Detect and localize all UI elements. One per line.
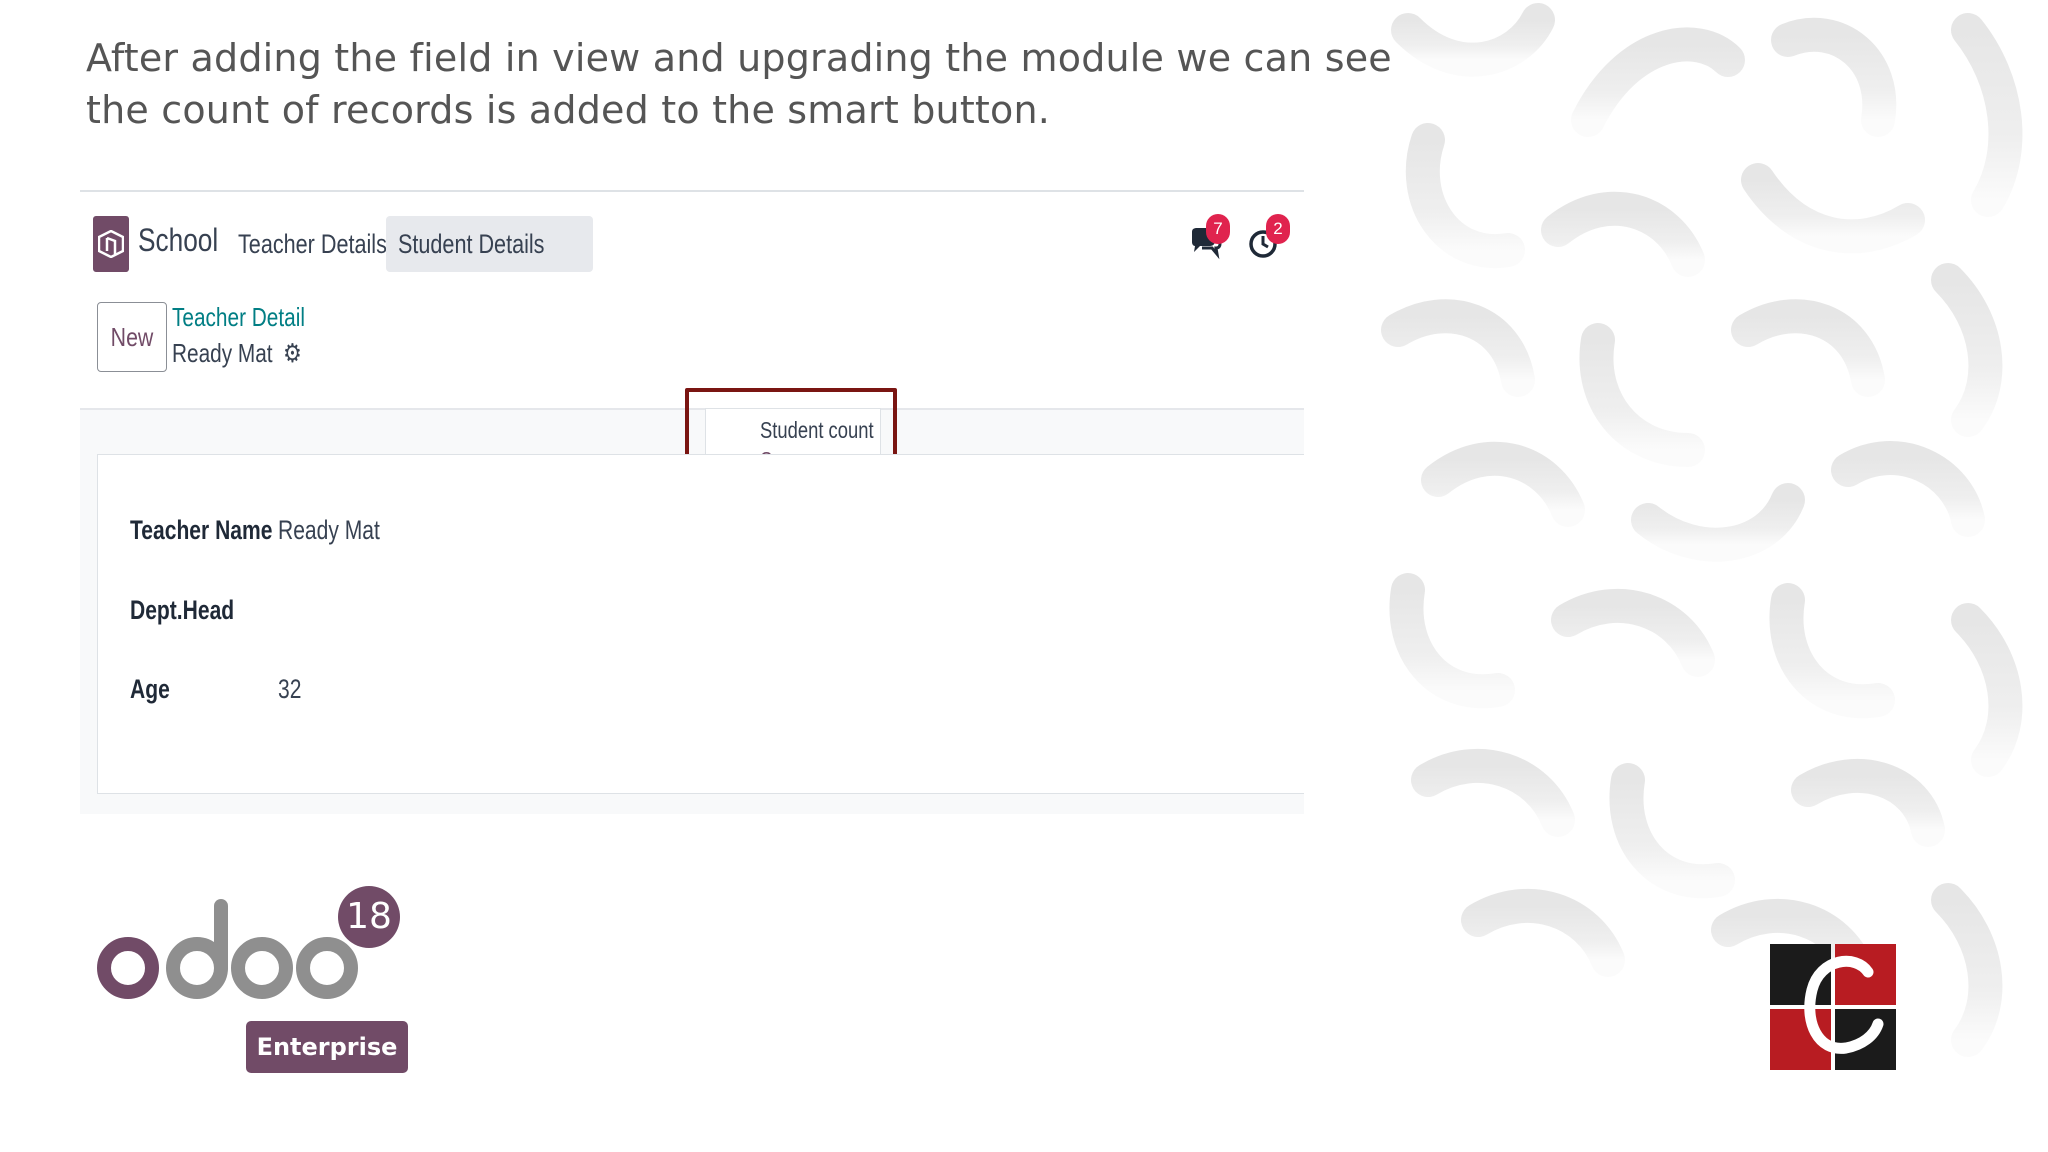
- control-panel: New Teacher Detail Ready Mat ⚙ Student c…: [80, 288, 1304, 498]
- field-label-age: Age: [130, 674, 170, 704]
- form-sheet: Teacher Name Ready Mat Dept.Head Age 32: [97, 454, 1304, 794]
- new-button[interactable]: New: [97, 302, 167, 372]
- odoo-logo: [97, 899, 358, 999]
- activities-badge: 2: [1266, 214, 1290, 244]
- field-value-teacher-name[interactable]: Ready Mat: [278, 515, 380, 546]
- odoo-screenshot: School Teacher Details Student Details 7…: [80, 190, 1304, 814]
- messages-badge: 7: [1206, 214, 1230, 244]
- odoo-version-badge: 18: [338, 886, 400, 948]
- caption-line-2: the count of records is added to the sma…: [86, 88, 1051, 132]
- school-app-icon[interactable]: [93, 216, 129, 272]
- top-navbar: School Teacher Details Student Details 7…: [80, 192, 1304, 288]
- caption-line-1: After adding the field in view and upgra…: [86, 36, 1392, 80]
- cybrosys-logo: [1770, 944, 1896, 1070]
- field-value-age[interactable]: 32: [278, 674, 301, 705]
- odoo-edition-badge: Enterprise: [246, 1021, 408, 1073]
- field-label-teacher-name: Teacher Name: [130, 515, 273, 545]
- menu-student-details[interactable]: Student Details: [386, 216, 594, 272]
- breadcrumb-teacher-detail[interactable]: Teacher Detail: [172, 302, 305, 333]
- gear-icon[interactable]: ⚙: [283, 338, 302, 369]
- slide-caption: After adding the field in view and upgra…: [86, 32, 1392, 136]
- record-name-text: Ready Mat: [172, 338, 273, 368]
- decorative-pattern: [1381, 3, 2023, 1057]
- record-name: Ready Mat ⚙: [172, 338, 302, 369]
- field-label-dept-head: Dept.Head: [130, 595, 235, 625]
- app-name[interactable]: School: [138, 222, 218, 259]
- smart-button-title: Student count: [760, 417, 874, 443]
